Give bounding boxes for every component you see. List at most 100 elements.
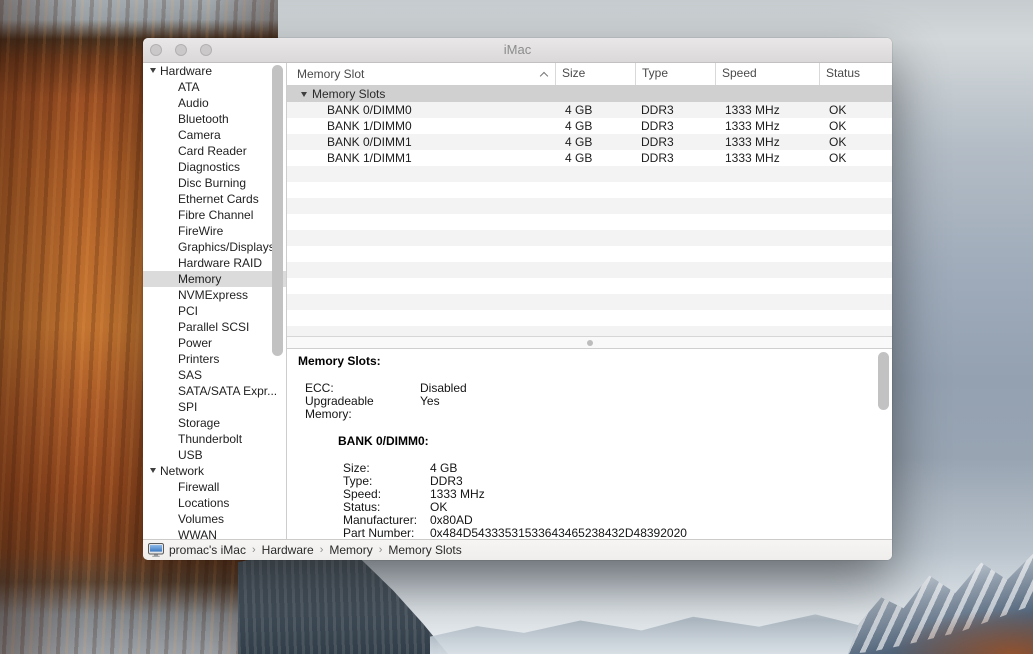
sidebar-item-label: Power <box>178 336 212 350</box>
sidebar-item[interactable]: Volumes <box>143 511 286 527</box>
column-header-size[interactable]: Size <box>556 63 636 85</box>
table-row[interactable]: BANK 1/DIMM1 4 GB DDR3 1333 MHz OK <box>287 150 892 166</box>
table-body: Memory Slots BANK 0/DIMM0 4 GB DDR3 1333… <box>287 86 892 336</box>
disclosure-triangle-icon[interactable] <box>150 68 156 73</box>
sidebar-scrollbar-thumb[interactable] <box>272 65 283 356</box>
cell-status: OK <box>820 102 892 118</box>
sidebar-item-label: NVMExpress <box>178 288 248 302</box>
sidebar-item[interactable]: SAS <box>143 367 286 383</box>
sidebar-item[interactable]: PCI <box>143 303 286 319</box>
sidebar-item[interactable]: Firewall <box>143 479 286 495</box>
detail-field-value: 0x484D54333531533643465238432D48392020 <box>430 527 687 539</box>
sidebar-item[interactable]: Audio <box>143 95 286 111</box>
sidebar-item[interactable]: Network <box>143 463 286 479</box>
detail-bank-title: BANK 0/DIMM0: <box>338 435 892 448</box>
sidebar-item-list: Hardware ATA Audio Bluetooth <box>143 63 286 539</box>
main-pane: Memory Slot Size Type Speed Status Memor… <box>287 63 892 539</box>
sidebar-item[interactable]: ATA <box>143 79 286 95</box>
cell-size: 4 GB <box>556 150 636 166</box>
sidebar-item[interactable]: Disc Burning <box>143 175 286 191</box>
cell-size: 4 GB <box>556 118 636 134</box>
cell-type: DDR3 <box>636 150 716 166</box>
sidebar-item[interactable]: Thunderbolt <box>143 431 286 447</box>
detail-scrollbar-thumb[interactable] <box>878 352 889 410</box>
sidebar-item-label: FireWire <box>178 224 223 238</box>
sidebar-item[interactable]: Hardware RAID <box>143 255 286 271</box>
sidebar-item-label: Firewall <box>178 480 219 494</box>
table-header: Memory Slot Size Type Speed Status <box>287 63 892 86</box>
cell-speed: 1333 MHz <box>716 134 820 150</box>
sidebar-item[interactable]: USB <box>143 447 286 463</box>
sidebar-item[interactable]: Bluetooth <box>143 111 286 127</box>
sidebar-item[interactable]: Graphics/Displays <box>143 239 286 255</box>
sidebar-item-label: Ethernet Cards <box>178 192 259 206</box>
sidebar-item-label: ATA <box>178 80 200 94</box>
sidebar-item[interactable]: WWAN <box>143 527 286 539</box>
detail-field-row: Part Number: 0x484D543335315336434652384… <box>343 527 892 539</box>
desktop: iMac Hardware ATA Audio <box>0 0 1033 654</box>
sort-ascending-icon <box>541 71 548 78</box>
sidebar-item[interactable]: Hardware <box>143 63 286 79</box>
sidebar-item[interactable]: SPI <box>143 399 286 415</box>
sidebar-item[interactable]: Parallel SCSI <box>143 319 286 335</box>
splitter-handle-icon[interactable] <box>587 340 593 346</box>
breadcrumb-separator: › <box>314 544 330 556</box>
group-row-label: Memory Slots <box>312 86 385 102</box>
sidebar-item[interactable]: Fibre Channel <box>143 207 286 223</box>
sidebar-item[interactable]: Locations <box>143 495 286 511</box>
cell-status: OK <box>820 150 892 166</box>
sidebar-item[interactable]: Printers <box>143 351 286 367</box>
sidebar-item[interactable]: SATA/SATA Expr... <box>143 383 286 399</box>
detail-field-row: Type: DDR3 <box>343 475 892 488</box>
detail-fields: ECC: Disabled Upgradeable Memory: Yes <box>305 382 892 421</box>
sidebar-item-label: SATA/SATA Expr... <box>178 384 277 398</box>
sidebar-item-label: SAS <box>178 368 202 382</box>
cell-type: DDR3 <box>636 118 716 134</box>
sidebar-item-label: Memory <box>178 272 221 286</box>
pane-splitter[interactable] <box>287 336 892 349</box>
table-row[interactable]: BANK 0/DIMM0 4 GB DDR3 1333 MHz OK <box>287 102 892 118</box>
window-body: Hardware ATA Audio Bluetooth <box>143 63 892 539</box>
titlebar[interactable]: iMac <box>143 38 892 63</box>
column-header-label: Memory Slot <box>297 64 364 85</box>
table-row[interactable]: BANK 1/DIMM0 4 GB DDR3 1333 MHz OK <box>287 118 892 134</box>
sidebar-item-label: Audio <box>178 96 209 110</box>
table-row[interactable]: BANK 0/DIMM1 4 GB DDR3 1333 MHz OK <box>287 134 892 150</box>
wallpaper-orange-trees <box>893 610 1033 654</box>
breadcrumb-item: promac's iMac <box>169 543 246 557</box>
sidebar-item-label: Fibre Channel <box>178 208 253 222</box>
sidebar-item-label: Card Reader <box>178 144 247 158</box>
detail-field-row: ECC: Disabled <box>305 382 892 395</box>
breadcrumb-item: Memory <box>329 543 372 557</box>
cell-type: DDR3 <box>636 102 716 118</box>
cell-speed: 1333 MHz <box>716 150 820 166</box>
breadcrumb-item: Memory Slots <box>388 543 461 557</box>
sidebar-item[interactable]: FireWire <box>143 223 286 239</box>
sidebar-item[interactable]: Card Reader <box>143 143 286 159</box>
sidebar-item-label: Hardware <box>160 64 212 78</box>
sidebar-item[interactable]: Camera <box>143 127 286 143</box>
sidebar-item[interactable]: NVMExpress <box>143 287 286 303</box>
detail-field-label: Part Number: <box>343 527 430 539</box>
sidebar-item[interactable]: Memory <box>143 271 286 287</box>
sidebar-item-label: Diagnostics <box>178 160 240 174</box>
table-group-row[interactable]: Memory Slots <box>287 86 892 102</box>
sidebar-item-label: Printers <box>178 352 219 366</box>
cell-speed: 1333 MHz <box>716 102 820 118</box>
column-header-type[interactable]: Type <box>636 63 716 85</box>
disclosure-triangle-icon[interactable] <box>150 468 156 473</box>
sidebar-item[interactable]: Storage <box>143 415 286 431</box>
detail-field-row: Status: OK <box>343 501 892 514</box>
sidebar-item[interactable]: Power <box>143 335 286 351</box>
sidebar-item[interactable]: Ethernet Cards <box>143 191 286 207</box>
disclosure-triangle-icon[interactable] <box>301 92 307 97</box>
column-header-speed[interactable]: Speed <box>716 63 820 85</box>
column-header-status[interactable]: Status <box>820 63 892 85</box>
sidebar-item[interactable]: Diagnostics <box>143 159 286 175</box>
breadcrumb-separator: › <box>373 544 389 556</box>
sidebar-item-label: WWAN <box>178 528 217 539</box>
sidebar-item-label: USB <box>178 448 203 462</box>
column-header-memory-slot[interactable]: Memory Slot <box>287 63 556 85</box>
cell-size: 4 GB <box>556 134 636 150</box>
detail-field-label: Upgradeable Memory: <box>305 395 420 421</box>
